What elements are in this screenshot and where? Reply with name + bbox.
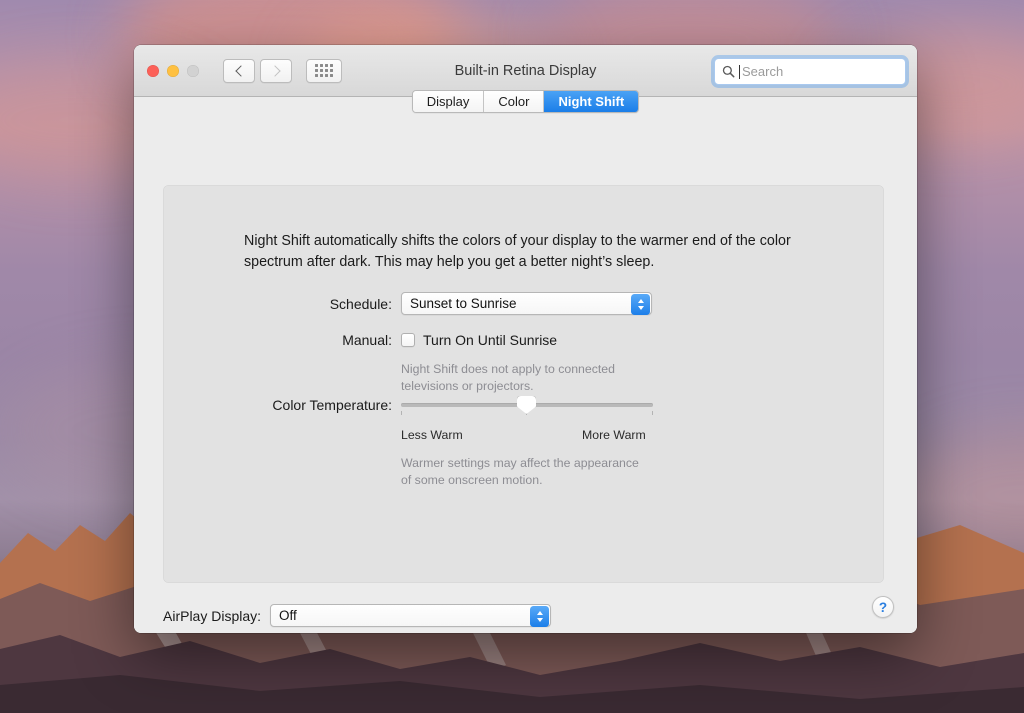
chevron-up-icon <box>637 299 644 303</box>
turn-on-until-sunrise-label: Turn On Until Sunrise <box>423 332 558 348</box>
slider-tick-max <box>652 411 653 415</box>
forward-button[interactable] <box>260 58 292 83</box>
schedule-label: Schedule: <box>329 295 392 312</box>
minimize-button[interactable] <box>167 64 179 77</box>
zoom-button[interactable] <box>187 64 199 77</box>
chevron-left-icon <box>234 64 247 77</box>
schedule-value: Sunset to Sunrise <box>410 296 517 311</box>
slider-max-label: More Warm <box>582 428 646 442</box>
manual-row: Manual: Turn On Until Sunrise <box>272 332 557 348</box>
airplay-display-value: Off <box>279 608 297 623</box>
airplay-display-row: AirPlay Display: Off <box>163 604 552 627</box>
chevron-down-icon <box>637 306 644 310</box>
chevron-down-icon <box>536 618 543 622</box>
color-temperature-note: Warmer settings may affect the appearanc… <box>401 456 639 488</box>
preference-pane-content: Display Color Night Shift Night Shift au… <box>134 90 917 633</box>
turn-on-until-sunrise-checkbox[interactable] <box>401 333 415 347</box>
chevron-right-icon <box>268 64 281 77</box>
navigation-buttons <box>223 58 292 83</box>
schedule-stepper-arrows[interactable] <box>631 294 650 315</box>
text-cursor <box>739 64 740 79</box>
night-shift-panel: Night Shift automatically shifts the col… <box>163 185 884 583</box>
schedule-row: Schedule: Sunset to Sunrise <box>272 292 652 315</box>
system-preferences-window: Built-in Retina Display Search Display C… <box>134 45 917 633</box>
search-field[interactable]: Search <box>714 58 906 85</box>
desktop-wallpaper: Built-in Retina Display Search Display C… <box>0 0 1024 713</box>
traffic-light-buttons <box>147 64 199 77</box>
slider-min-label: Less Warm <box>401 428 463 442</box>
search-placeholder: Search <box>742 64 784 79</box>
chevron-up-icon <box>536 611 543 615</box>
airplay-stepper-arrows[interactable] <box>530 606 550 627</box>
manual-note: Night Shift does not apply to connected … <box>401 362 615 394</box>
night-shift-description: Night Shift automatically shifts the col… <box>244 233 791 270</box>
color-temperature-slider[interactable] <box>401 393 653 423</box>
tab-display[interactable]: Display <box>412 91 485 112</box>
back-button[interactable] <box>223 58 255 83</box>
search-icon <box>722 65 735 78</box>
airplay-display-popup-button[interactable]: Off <box>270 604 552 627</box>
airplay-display-label: AirPlay Display: <box>163 607 262 624</box>
slider-tick-min <box>401 411 402 415</box>
close-button[interactable] <box>147 64 159 77</box>
grid-icon <box>315 64 333 77</box>
slider-thumb[interactable] <box>517 396 536 414</box>
tab-bar: Display Color Night Shift <box>134 90 917 113</box>
tab-color[interactable]: Color <box>484 91 545 112</box>
tab-night-shift[interactable]: Night Shift <box>544 91 639 112</box>
help-button[interactable]: ? <box>872 596 894 618</box>
manual-label: Manual: <box>342 332 392 348</box>
color-temperature-label: Color Temperature: <box>272 397 392 413</box>
show-all-button[interactable] <box>306 58 342 83</box>
color-temperature-row: Color Temperature: <box>272 397 401 413</box>
schedule-popup-button[interactable]: Sunset to Sunrise <box>401 292 652 315</box>
